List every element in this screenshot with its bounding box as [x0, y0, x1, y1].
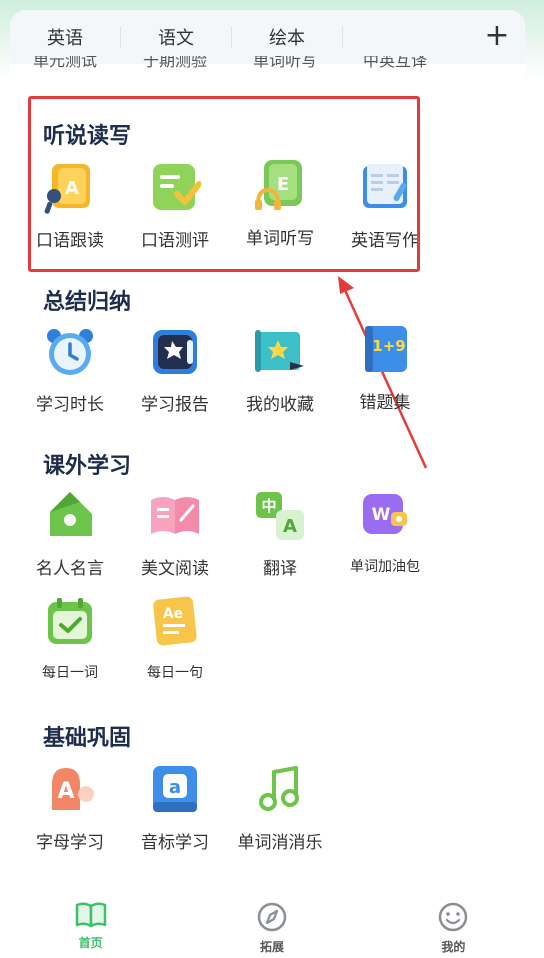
peek-item[interactable]: 单词听写	[230, 56, 340, 72]
word-match-label: 单词消消乐	[237, 833, 323, 853]
calendar-check-icon	[44, 596, 96, 648]
highlight-box	[28, 96, 420, 272]
section-title-summary: 总结归纳	[43, 290, 132, 315]
peek-item[interactable]: 单元测试	[10, 56, 120, 72]
phonetics-icon-letter: a	[169, 777, 181, 798]
word-booster-label: 单词加油包	[350, 559, 420, 575]
daily-sentence-label: 每日一句	[147, 665, 203, 681]
error-book-item[interactable]: 1+9 错题集	[335, 324, 435, 413]
famous-quotes-item[interactable]: 名人名言	[20, 490, 120, 579]
word-booster-item[interactable]: W 单词加油包	[335, 490, 435, 576]
daily-word-item[interactable]: 每日一词	[20, 596, 120, 682]
pencil-tag-icon	[44, 490, 96, 542]
tab-english[interactable]: 英语	[10, 24, 120, 50]
translate-icon-zh: 中	[261, 497, 276, 515]
star-scroll-icon	[254, 326, 306, 378]
smile-icon	[439, 902, 468, 932]
translate-item[interactable]: 中 A 翻译	[230, 490, 330, 579]
daily-sentence-icon-text: Ae	[163, 606, 183, 622]
nav-home-label: 首页	[78, 936, 103, 950]
daily-sentence-item[interactable]: Ae 每日一句	[125, 596, 225, 682]
add-tab-button[interactable]: +	[483, 21, 511, 51]
nav-home[interactable]: 首页	[0, 890, 181, 958]
notepad-icon: Ae	[149, 596, 201, 648]
booster-icon-letter: W	[372, 505, 391, 525]
report-tablet-icon	[149, 326, 201, 378]
daily-word-label: 每日一词	[42, 665, 98, 681]
music-note-icon	[254, 764, 306, 816]
word-match-item[interactable]: 单词消消乐	[230, 764, 330, 853]
letters-label: 字母学习	[36, 833, 104, 853]
wallet-icon: W	[359, 490, 411, 542]
study-report-item[interactable]: 学习报告	[125, 326, 225, 415]
tab-divider	[342, 26, 343, 48]
pink-book-icon	[149, 490, 201, 542]
phonetic-book-icon: a	[149, 764, 201, 816]
peek-item[interactable]: 于期测验	[120, 56, 230, 72]
translate-icon-en: A	[283, 516, 297, 537]
phonetics-item[interactable]: a 音标学习	[125, 764, 225, 853]
scrolled-row-peek: 单元测试 于期测验 单词听写 中英互译	[10, 56, 525, 72]
error-book-icon-text: 1+9	[372, 337, 405, 355]
famous-quotes-label: 名人名言	[36, 559, 104, 579]
nav-mine-label: 我的	[441, 940, 466, 954]
nav-explore[interactable]: 拓展	[181, 890, 362, 958]
letter-a-icon: A	[44, 764, 96, 816]
phonetics-label: 音标学习	[141, 833, 209, 853]
my-favorites-item[interactable]: 我的收藏	[230, 326, 330, 415]
letters-item[interactable]: A 字母学习	[20, 764, 120, 853]
compass-icon	[257, 902, 287, 932]
letters-icon-letter: A	[57, 779, 74, 804]
math-book-icon: 1+9	[359, 324, 411, 376]
nav-explore-label: 拓展	[259, 940, 284, 954]
study-time-item[interactable]: 学习时长	[20, 326, 120, 415]
translate-label: 翻译	[263, 559, 297, 579]
alarm-clock-icon	[44, 326, 96, 378]
error-book-label: 错题集	[359, 393, 411, 413]
section-title-basic: 基础巩固	[43, 726, 132, 751]
essay-reading-label: 美文阅读	[141, 559, 209, 579]
nav-mine[interactable]: 我的	[363, 890, 544, 958]
peek-item[interactable]: 中英互译	[340, 56, 450, 72]
translate-icon: 中 A	[254, 490, 306, 542]
my-favorites-label: 我的收藏	[246, 395, 314, 415]
study-time-label: 学习时长	[36, 395, 104, 415]
section-title-extra: 课外学习	[43, 454, 132, 479]
tab-chinese[interactable]: 语文	[121, 24, 231, 50]
tab-picture-book[interactable]: 绘本	[232, 24, 342, 50]
essay-reading-item[interactable]: 美文阅读	[125, 490, 225, 579]
book-icon	[75, 902, 106, 928]
bottom-nav: 首页 拓展 我的	[0, 890, 544, 958]
study-report-label: 学习报告	[141, 395, 209, 415]
